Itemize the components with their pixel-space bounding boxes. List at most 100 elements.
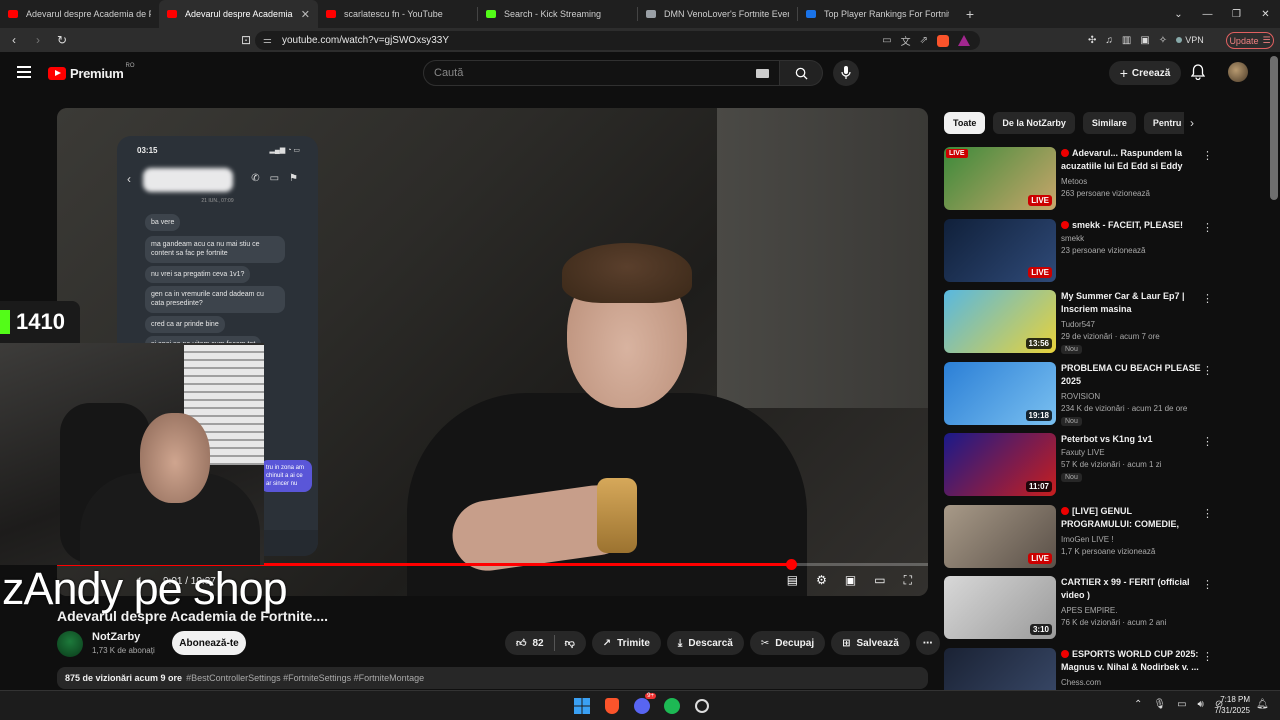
brave-shields-icon[interactable] xyxy=(937,34,949,47)
recommendation-item[interactable]: 13:56 My Summer Car & Laur Ep7 | Inscriem… xyxy=(944,290,1264,354)
mic-tray-icon[interactable]: 🎙︎ xyxy=(1153,699,1166,710)
recommendation-item[interactable]: 3:10 CARTIER x 99 - FERIT (official video… xyxy=(944,576,1264,640)
close-tab-icon[interactable]: ✕ xyxy=(301,8,310,21)
dislike-icon[interactable]: 👎︎ xyxy=(565,637,575,649)
spotify-icon[interactable] xyxy=(662,696,682,716)
keyboard-icon[interactable] xyxy=(756,69,769,78)
more-options-icon[interactable]: ⋮ xyxy=(1202,221,1213,234)
browser-tab-1[interactable]: Adevarul despre Academia de Fortnite xyxy=(0,0,159,28)
recommendation-title[interactable]: ESPORTS WORLD CUP 2025: Magnus v. Nihal … xyxy=(1061,648,1201,674)
brave-rewards-icon[interactable] xyxy=(958,35,970,46)
vpn-button[interactable]: VPN xyxy=(1176,35,1204,45)
browser-tab-2[interactable]: Adevarul despre Academia de Fortnite ✕ xyxy=(159,0,318,28)
download-button[interactable]: ⤓ Descarcă xyxy=(666,631,744,655)
back-icon[interactable]: ‹ xyxy=(4,33,24,47)
recommendation-channel[interactable]: Metoos xyxy=(1061,177,1087,186)
subtitles-icon[interactable]: ▤ xyxy=(787,573,798,588)
clip-button[interactable]: ✂ Decupaj xyxy=(749,631,826,655)
media-icon[interactable]: ♫ xyxy=(1105,35,1113,46)
chip-0[interactable]: Toate xyxy=(944,112,986,134)
forward-icon[interactable]: › xyxy=(28,33,48,47)
recommendation-channel[interactable]: APES EMPIRE. xyxy=(1061,606,1117,615)
recommendation-channel[interactable]: ROVISION xyxy=(1061,392,1100,401)
wallet-icon[interactable]: ▣ xyxy=(1140,35,1149,46)
sidebar-icon[interactable]: ▥ xyxy=(1122,35,1131,46)
fullscreen-icon[interactable]: ⛶ xyxy=(904,573,912,588)
browser-tab-6[interactable]: Top Player Rankings For Fortnite - F xyxy=(798,0,957,28)
hashtags[interactable]: #BestControllerSettings #FortniteSetting… xyxy=(186,673,424,683)
discord-icon[interactable]: 9+ xyxy=(632,693,656,716)
video-thumbnail[interactable]: 11:07 xyxy=(944,433,1056,496)
recommendation-item[interactable]: 19:18 PROBLEMA CU BEACH PLEASE 2025 ROVISI… xyxy=(944,361,1264,426)
recommendation-title[interactable]: My Summer Car & Laur Ep7 | Inscriem masi… xyxy=(1061,290,1201,316)
more-options-icon[interactable]: ⋮ xyxy=(1202,507,1213,520)
network-icon[interactable]: ▭ xyxy=(1177,699,1186,710)
more-options-icon[interactable]: ⋮ xyxy=(1202,435,1213,448)
restore-icon[interactable]: ❐ xyxy=(1222,0,1251,28)
windows-start-icon[interactable] xyxy=(572,696,592,716)
video-thumbnail[interactable]: 13:56 xyxy=(944,290,1056,353)
chip-3[interactable]: Pentru tine xyxy=(1143,112,1184,134)
video-thumbnail[interactable]: LIVE LIVE xyxy=(944,147,1056,210)
notification-center-icon[interactable]: 🔔︎ xyxy=(1256,699,1269,710)
theater-mode-icon[interactable]: ▭ xyxy=(874,573,885,588)
recommendation-item[interactable]: LIVE [LIVE] GENUL PROGRAMULUI: COMEDIE, D… xyxy=(944,504,1264,569)
voice-search-button[interactable] xyxy=(833,60,859,86)
video-thumbnail[interactable]: 3:10 xyxy=(944,576,1056,639)
recommendation-title[interactable]: smekk - FACEIT, PLEASE! xyxy=(1061,219,1201,232)
new-tab-button[interactable]: + xyxy=(957,0,983,28)
recommendation-title[interactable]: CARTIER x 99 - FERIT (official video ) xyxy=(1061,576,1201,602)
recommendation-title[interactable]: Peterbot vs K1ng 1v1 xyxy=(1061,433,1201,446)
cast-icon[interactable]: ▭ xyxy=(882,35,891,46)
recommendation-title[interactable]: PROBLEMA CU BEACH PLEASE 2025 xyxy=(1061,362,1201,388)
tray-overflow-icon[interactable]: ⌃ xyxy=(1134,699,1142,710)
browser-tab-5[interactable]: DMN VenoLover's Fortnite Events - xyxy=(638,0,797,28)
recommendation-channel[interactable]: Chess.com xyxy=(1061,678,1101,687)
video-thumbnail[interactable]: LIVE xyxy=(944,218,1056,282)
more-options-icon[interactable]: ⋮ xyxy=(1202,650,1213,663)
recommendation-item[interactable]: LIVE smekk - FACEIT, PLEASE! smekk 23 perso… xyxy=(944,218,1264,283)
more-options-icon[interactable]: ⋮ xyxy=(1202,292,1213,305)
more-actions-button[interactable]: ⋯ xyxy=(915,631,940,655)
taskbar-clock[interactable]: 7:18 PM 7/31/2025 xyxy=(1210,695,1250,717)
more-options-icon[interactable]: ⋮ xyxy=(1202,578,1213,591)
youtube-premium-logo[interactable]: Premium RO xyxy=(48,63,135,81)
like-count[interactable]: 82 xyxy=(532,638,543,649)
recommendation-title[interactable]: [LIVE] GENUL PROGRAMULUI: COMEDIE, DEGEN… xyxy=(1061,505,1201,533)
recommendation-channel[interactable]: Tudor547 xyxy=(1061,320,1095,329)
chevron-right-icon[interactable]: › xyxy=(1190,116,1194,130)
recommendation-channel[interactable]: Faxuty LIVE xyxy=(1061,448,1105,457)
extensions-icon[interactable]: ✣ xyxy=(1088,35,1096,46)
guide-menu-icon[interactable] xyxy=(17,66,31,78)
search-button[interactable] xyxy=(780,60,823,86)
chip-2[interactable]: Similare xyxy=(1082,112,1136,134)
subscribe-button[interactable]: Abonează-te xyxy=(172,631,246,655)
translate-icon[interactable]: 文 xyxy=(901,33,911,48)
leo-icon[interactable]: ✧ xyxy=(1159,35,1167,46)
settings-gear-icon[interactable]: ⚙ xyxy=(816,573,827,588)
tab-search-icon[interactable]: ⌄ xyxy=(1164,0,1193,28)
update-button[interactable]: Update ☰ xyxy=(1226,32,1274,49)
recommendation-channel[interactable]: smekk xyxy=(1061,234,1084,243)
share-icon[interactable]: ⇗ xyxy=(920,35,928,46)
recommendation-title[interactable]: Adevarul... Raspundem la acuzatiile lui … xyxy=(1061,147,1201,173)
minimize-icon[interactable]: — xyxy=(1193,0,1222,28)
share-button[interactable]: ↗ Trimite xyxy=(591,631,661,655)
reload-icon[interactable]: ↻ xyxy=(52,33,72,47)
site-info-icon[interactable]: ⚌ xyxy=(263,35,272,46)
channel-avatar[interactable] xyxy=(57,631,83,657)
recommendation-item[interactable]: LIVE LIVE Adevarul... Raspundem la acuzati… xyxy=(944,147,1264,211)
page-scrollbar[interactable] xyxy=(1270,56,1278,200)
brave-browser-icon[interactable] xyxy=(602,696,622,716)
save-button[interactable]: ⊞ Salvează xyxy=(831,631,910,655)
more-options-icon[interactable]: ⋮ xyxy=(1202,149,1213,162)
miniplayer-icon[interactable]: ▣ xyxy=(845,573,856,588)
account-avatar[interactable] xyxy=(1228,62,1248,82)
obs-icon[interactable] xyxy=(692,696,712,716)
video-thumbnail[interactable]: 19:18 xyxy=(944,361,1056,425)
address-bar[interactable]: ⚌ youtube.com/watch?v=gjSWOxsy33Y ▭ 文 ⇗ xyxy=(255,31,980,50)
recommendation-item[interactable]: 11:07 Peterbot vs K1ng 1v1 Faxuty LIVE 57 K… xyxy=(944,433,1264,497)
create-button[interactable]: + Creează xyxy=(1109,61,1181,85)
bookmark-icon[interactable]: ⊡ xyxy=(236,33,256,47)
volume-tray-icon[interactable]: 🔊︎ xyxy=(1198,699,1204,710)
